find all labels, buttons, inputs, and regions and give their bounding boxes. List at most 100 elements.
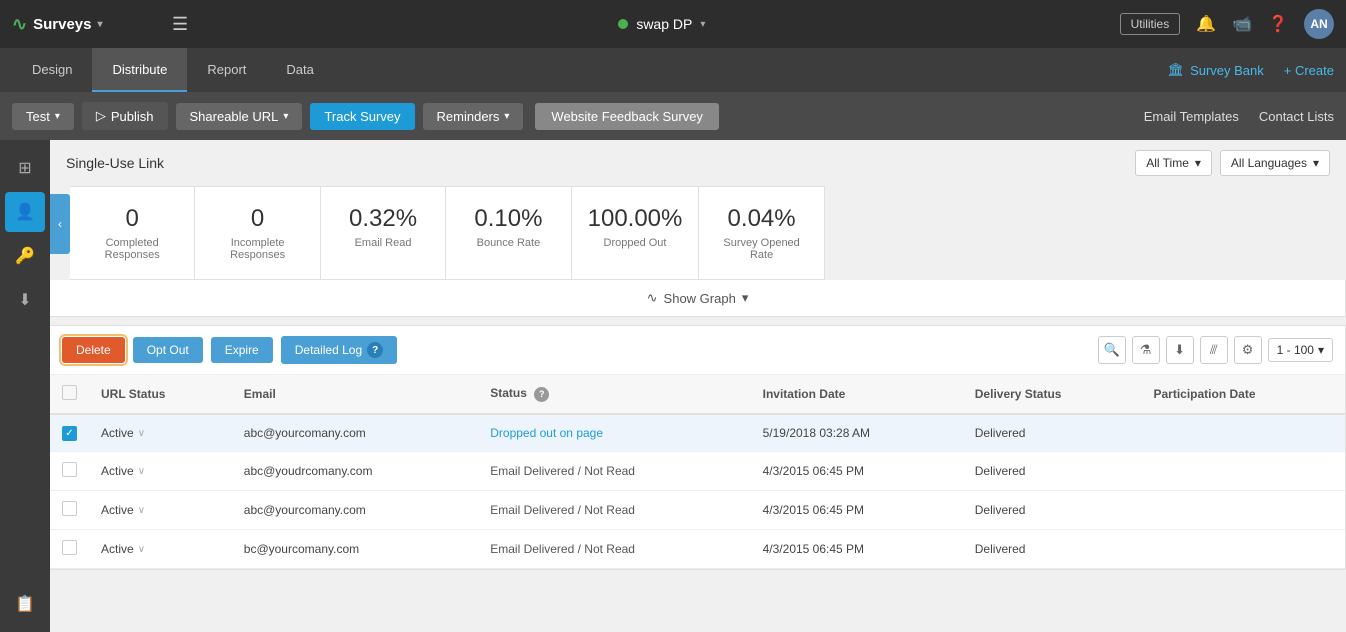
row-checkbox-2[interactable] [62, 501, 77, 516]
search-button[interactable]: 🔍 [1098, 336, 1126, 364]
tab-report[interactable]: Report [187, 48, 266, 92]
table-section: Delete Opt Out Expire Detailed Log ? 🔍 ⚗… [50, 325, 1346, 570]
columns-button[interactable]: ⫻ [1200, 336, 1228, 364]
row-url-status-2: Active ∨ [89, 491, 232, 530]
workspace-chevron-icon: ▾ [700, 19, 705, 30]
columns-icon: ⫻ [1210, 342, 1218, 358]
filter-button[interactable]: ⚗ [1132, 336, 1160, 364]
row-invitation-date-0: 5/19/2018 03:28 AM [751, 414, 963, 452]
show-graph-bar[interactable]: ∿ Show Graph ▾ [50, 280, 1346, 317]
select-all-checkbox[interactable] [62, 385, 77, 400]
export-icon: ⬇ [1174, 342, 1185, 358]
stat-completed: 0 Completed Responses [70, 187, 195, 279]
time-filter-dropdown[interactable]: All Time ▾ [1135, 150, 1212, 176]
stat-survey-opened-label: Survey Opened Rate [715, 237, 807, 261]
test-chevron-icon: ▾ [55, 111, 60, 122]
export-button[interactable]: ⬇ [1166, 336, 1194, 364]
row-email-1: abc@youdrcomany.com [232, 452, 478, 491]
table-row: Active ∨ abc@youdrcomany.com Email Deliv… [50, 452, 1345, 491]
publish-button[interactable]: ▷ Publish [82, 102, 168, 130]
bell-icon[interactable]: 🔔 [1196, 14, 1216, 34]
reminders-button[interactable]: Reminders ▾ [423, 103, 524, 130]
stat-bounce-rate-label: Bounce Rate [462, 237, 554, 249]
workspace-selector[interactable]: swap DP ▾ [204, 16, 1119, 32]
row-checkbox-3[interactable] [62, 540, 77, 555]
delete-button[interactable]: Delete [62, 337, 125, 363]
tab-design[interactable]: Design [12, 48, 92, 92]
row-email-0: abc@yourcomany.com [232, 414, 478, 452]
reminders-chevron-icon: ▾ [504, 111, 509, 122]
responses-table: URL Status Email Status ? Invitation Dat… [50, 375, 1345, 569]
avatar[interactable]: AN [1304, 9, 1334, 39]
row-participation-date-3 [1141, 530, 1345, 569]
graph-chevron-icon: ▾ [742, 290, 749, 306]
main-layout: ⊞ 👤 🔑 ⬇ 📋 Single-Use Link All Time ▾ All… [0, 140, 1346, 632]
stat-email-read: 0.32% Email Read [321, 187, 446, 279]
col-participation-date: Participation Date [1141, 375, 1345, 414]
filter-icon: ⚗ [1140, 342, 1152, 358]
stat-incomplete: 0 Incomplete Responses [195, 187, 320, 279]
app-chevron-icon: ▾ [97, 19, 102, 30]
bank-icon: 🏛 [1168, 62, 1185, 78]
show-graph-label: Show Graph [664, 291, 736, 306]
tab-data[interactable]: Data [266, 48, 333, 92]
row-status-0: Dropped out on page [478, 414, 750, 452]
video-icon[interactable]: 📹 [1232, 14, 1252, 34]
detailed-log-info-icon: ? [367, 342, 383, 358]
test-button[interactable]: Test ▾ [12, 103, 74, 130]
table-toolbar: Delete Opt Out Expire Detailed Log ? 🔍 ⚗… [50, 326, 1345, 375]
row-url-status-1: Active ∨ [89, 452, 232, 491]
row-status-3: Email Delivered / Not Read [478, 530, 750, 569]
workspace-label: swap DP [636, 16, 692, 32]
sidebar-bottom: 📋 [5, 584, 45, 632]
stat-email-read-value: 0.32% [337, 205, 429, 233]
page-range-select[interactable]: 1 - 100 ▾ [1268, 338, 1333, 362]
col-status: Status ? [478, 375, 750, 414]
sidebar-icon-key[interactable]: 🔑 [5, 236, 45, 276]
row-email-2: abc@yourcomany.com [232, 491, 478, 530]
status-help-icon[interactable]: ? [534, 387, 549, 402]
table-body: ✓ Active ∨ abc@yourcomany.com Dropped ou… [50, 414, 1345, 569]
row-checkbox-0[interactable]: ✓ [62, 426, 77, 441]
detailed-log-button[interactable]: Detailed Log ? [281, 336, 397, 364]
table-row: Active ∨ abc@yourcomany.com Email Delive… [50, 491, 1345, 530]
survey-bank-link[interactable]: 🏛 Survey Bank [1168, 62, 1264, 78]
create-link[interactable]: + Create [1284, 63, 1334, 78]
collapse-button[interactable]: ‹ [50, 194, 70, 254]
row-checkbox-1[interactable] [62, 462, 77, 477]
survey-name-badge: Website Feedback Survey [535, 103, 719, 130]
track-survey-button[interactable]: Track Survey [310, 103, 414, 130]
app-logo[interactable]: ∿ Surveys ▾ [12, 14, 172, 35]
stat-survey-opened-value: 0.04% [715, 205, 807, 233]
optout-button[interactable]: Opt Out [133, 337, 203, 363]
language-filter-dropdown[interactable]: All Languages ▾ [1220, 150, 1330, 176]
header-filters: All Time ▾ All Languages ▾ [1135, 150, 1330, 176]
sidebar-icon-clipboard[interactable]: 📋 [5, 584, 45, 624]
col-url-status: URL Status [89, 375, 232, 414]
email-templates-link[interactable]: Email Templates [1144, 109, 1239, 124]
url-status-chevron-icon: ∨ [138, 466, 145, 477]
settings-button[interactable]: ⚙ [1234, 336, 1262, 364]
shareable-url-button[interactable]: Shareable URL ▾ [176, 103, 303, 130]
row-url-status-0: Active ∨ [89, 414, 232, 452]
utilities-button[interactable]: Utilities [1120, 13, 1181, 35]
row-invitation-date-2: 4/3/2015 06:45 PM [751, 491, 963, 530]
row-participation-date-0 [1141, 414, 1345, 452]
stat-dropped-out-value: 100.00% [588, 205, 683, 233]
stats-wrapper: ‹ 0 Completed Responses 0 Incomplete Res… [50, 186, 1346, 280]
sidebar-icon-download[interactable]: ⬇ [5, 280, 45, 320]
tab-distribute[interactable]: Distribute [92, 48, 187, 92]
help-icon[interactable]: ❓ [1268, 14, 1288, 34]
row-status-2: Email Delivered / Not Read [478, 491, 750, 530]
table-right-tools: 🔍 ⚗ ⬇ ⫻ ⚙ 1 - 100 [1098, 336, 1333, 364]
status-dot [618, 19, 628, 29]
time-filter-chevron-icon: ▾ [1195, 156, 1201, 170]
expire-button[interactable]: Expire [211, 337, 273, 363]
header-checkbox-cell [50, 375, 89, 414]
sidebar-icon-user[interactable]: 👤 [5, 192, 45, 232]
row-url-status-3: Active ∨ [89, 530, 232, 569]
contact-lists-link[interactable]: Contact Lists [1259, 109, 1334, 124]
hamburger-icon[interactable]: ☰ [172, 14, 188, 35]
sidebar-icon-grid[interactable]: ⊞ [5, 148, 45, 188]
nav-right: 🏛 Survey Bank + Create [1168, 62, 1334, 78]
